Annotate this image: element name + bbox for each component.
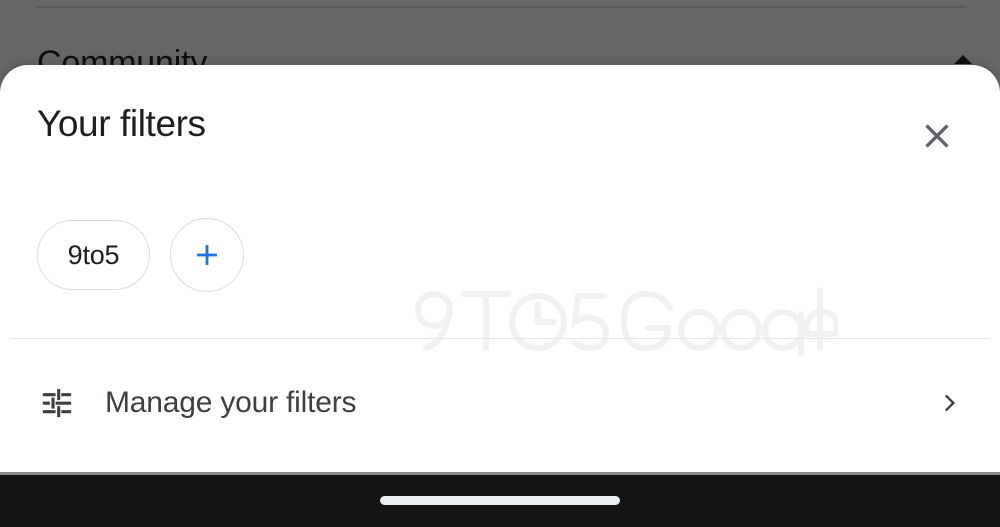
plus-icon	[190, 238, 224, 272]
screen: Community Your filters 9to5 Manage your …	[0, 0, 1000, 527]
close-icon	[917, 116, 957, 156]
watermark-9to5google	[408, 284, 838, 356]
filter-chip[interactable]: 9to5	[37, 220, 150, 290]
page-title: Your filters	[37, 103, 206, 144]
background-top-divider	[36, 6, 966, 8]
add-filter-button[interactable]	[170, 218, 244, 292]
system-navigation-bar	[0, 475, 1000, 527]
manage-filters-row[interactable]: Manage your filters	[0, 355, 1000, 450]
sheet-header: Your filters	[0, 65, 1000, 195]
filter-chips-row: 9to5	[37, 218, 244, 292]
section-divider	[10, 338, 990, 339]
your-filters-bottom-sheet: Your filters 9to5 Manage your filters	[0, 65, 1000, 472]
manage-filters-label: Manage your filters	[105, 385, 357, 419]
chevron-right-icon[interactable]	[932, 385, 968, 421]
caret-up-icon	[954, 55, 972, 64]
tune-icon	[37, 383, 77, 423]
close-button[interactable]	[905, 104, 969, 168]
home-gesture-pill[interactable]	[380, 496, 620, 505]
